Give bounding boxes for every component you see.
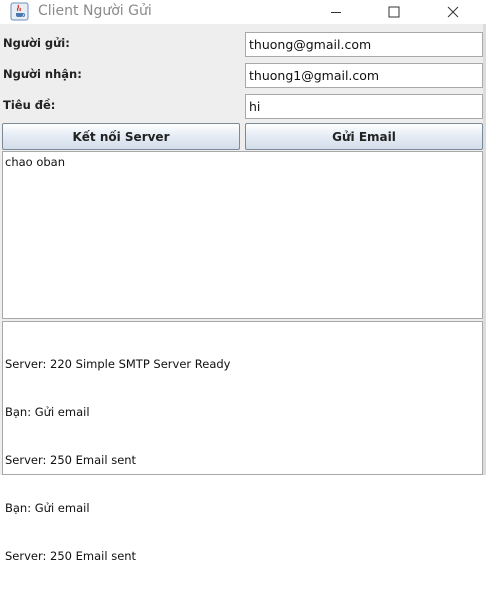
window-title: Client Người Gửi	[38, 3, 152, 19]
subject-field[interactable]: hi	[245, 94, 483, 119]
java-coffee-icon	[10, 2, 29, 21]
receiver-label: Người nhận:	[3, 67, 82, 81]
server-log-textarea[interactable]: Server: 220 Simple SMTP Server Ready Bạn…	[2, 321, 483, 563]
maximize-icon	[388, 6, 400, 18]
title-bar[interactable]: Client Người Gửi	[0, 0, 486, 24]
sender-label: Người gửi:	[3, 36, 70, 50]
log-line: Server: 250 Email sent	[5, 549, 137, 563]
minimize-button[interactable]	[313, 0, 359, 24]
receiver-field[interactable]: thuong1@gmail.com	[245, 63, 483, 88]
minimize-icon	[331, 12, 341, 13]
connect-server-button[interactable]: Kết nối Server	[2, 123, 240, 150]
log-line: Server: 220 Simple SMTP Server Ready	[5, 357, 231, 371]
client-window: Client Người Gửi Người gửi: thuong@gmail…	[0, 0, 486, 563]
subject-label: Tiêu đề:	[3, 98, 56, 112]
log-line: Bạn: Gửi email	[5, 405, 90, 419]
email-body-textarea[interactable]: chao oban	[2, 151, 483, 319]
log-line: Bạn: Gửi email	[5, 501, 90, 515]
close-button[interactable]	[430, 0, 476, 24]
sender-field[interactable]: thuong@gmail.com	[245, 32, 483, 57]
close-icon	[447, 6, 459, 18]
maximize-button[interactable]	[371, 0, 417, 24]
send-email-button[interactable]: Gửi Email	[245, 123, 483, 150]
log-line: Server: 250 Email sent	[5, 453, 137, 467]
